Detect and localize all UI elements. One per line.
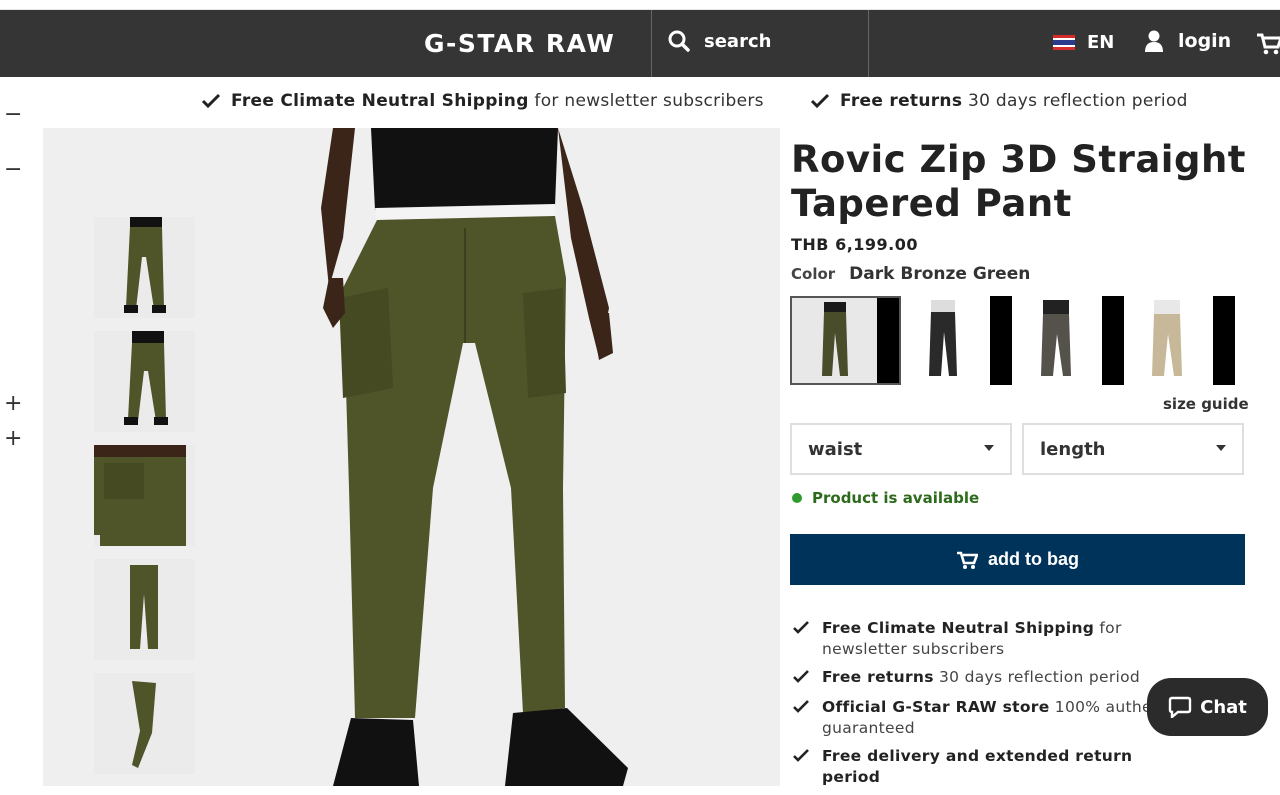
usp-bold: Free returns (840, 91, 963, 111)
chat-button[interactable]: Chat (1147, 678, 1268, 736)
thumbnail-back-image (94, 331, 195, 432)
thumbnail-side-image (94, 673, 195, 774)
color-swatch-selected[interactable] (790, 296, 901, 385)
benefits-list: Free Climate Neutral Shipping for newsle… (792, 618, 1192, 795)
cart-icon (1257, 33, 1280, 55)
search-button[interactable]: search (668, 30, 771, 52)
check-icon (793, 621, 809, 634)
size-guide-link[interactable]: size guide (1163, 395, 1249, 413)
benefit-bold: Free returns (822, 668, 934, 686)
swatch-dark-bar (1213, 296, 1235, 385)
language-selector[interactable]: EN (1053, 32, 1114, 53)
user-icon (1145, 30, 1163, 52)
benefit-item: Free delivery and extended return period (792, 746, 1192, 788)
thumbnail-front-image (94, 217, 195, 318)
usp-text: for newsletter subscribers (534, 91, 764, 111)
product-title-line: Tapered Pant (791, 182, 1072, 225)
availability-text: Product is available (812, 489, 980, 507)
swatch-dark-bar (1102, 296, 1124, 385)
length-select-label: length (1040, 438, 1106, 460)
color-label: Color (791, 265, 836, 283)
thumbnail-image[interactable] (94, 559, 195, 660)
thumbnail-image[interactable] (94, 217, 195, 318)
swatch-dark-bar (877, 298, 899, 383)
waist-select[interactable]: waist (790, 423, 1012, 475)
benefit-item: Official G-Star RAW store 100% authentic… (792, 697, 1192, 739)
color-value: Dark Bronze Green (849, 264, 1031, 284)
benefit-bold: Official G-Star RAW store (822, 698, 1050, 716)
swatch-image (1152, 300, 1182, 376)
check-icon (793, 749, 809, 762)
thai-flag-icon (1053, 35, 1075, 50)
waist-select-label: waist (808, 438, 863, 460)
thumbnail-flat-image (94, 559, 195, 660)
caret-down-icon (984, 445, 994, 451)
thumbnail-detail-image (94, 445, 195, 546)
benefit-text: 30 days reflection period (939, 668, 1141, 686)
browser-top-strip (0, 0, 1280, 10)
benefit-item: Free Climate Neutral Shipping for newsle… (792, 618, 1192, 660)
chat-label: Chat (1200, 696, 1247, 718)
collapse-button[interactable]: − (4, 104, 22, 126)
usp-returns: Free returns 30 days reflection period (810, 91, 1188, 111)
chat-bubble-icon (1168, 696, 1192, 718)
expand-button[interactable]: + (4, 393, 22, 415)
length-select[interactable]: length (1022, 423, 1244, 475)
swatch-dark-bar (990, 296, 1012, 385)
language-code: EN (1087, 32, 1115, 53)
thumbnail-image[interactable] (94, 445, 195, 546)
check-icon (793, 670, 809, 683)
header-divider (651, 10, 652, 77)
color-row: Color Dark Bronze Green (791, 264, 1030, 284)
caret-down-icon (1216, 445, 1226, 451)
benefit-bold: Free Climate Neutral Shipping (822, 619, 1095, 637)
add-to-bag-button[interactable]: add to bag (790, 534, 1245, 585)
check-icon (810, 93, 830, 109)
thumbnail-image[interactable] (94, 673, 195, 774)
swatch-image (1041, 300, 1071, 376)
benefit-item: Free returns 30 days reflection period (792, 667, 1192, 690)
site-header: G-STAR RAW search EN login (0, 10, 1280, 77)
header-divider (868, 10, 869, 77)
product-title: Rovic Zip 3D Straight Tapered Pant (791, 138, 1246, 226)
add-to-bag-label: add to bag (988, 549, 1079, 569)
product-price: THB 6,199.00 (791, 235, 919, 254)
site-logo[interactable]: G-STAR RAW (424, 29, 615, 58)
available-dot-icon (792, 493, 802, 503)
check-icon (793, 700, 809, 713)
product-title-line: Rovic Zip 3D Straight (791, 138, 1246, 181)
collapse-button[interactable]: − (4, 159, 22, 181)
usp-text: 30 days reflection period (967, 91, 1188, 111)
color-swatch[interactable] (901, 296, 1012, 385)
check-icon (201, 93, 221, 109)
color-swatch[interactable] (1013, 296, 1124, 385)
swatch-image (822, 302, 848, 376)
expand-button[interactable]: + (4, 428, 22, 450)
search-label: search (704, 30, 772, 52)
search-icon (668, 30, 690, 52)
usp-shipping: Free Climate Neutral Shipping for newsle… (201, 91, 764, 111)
login-button[interactable]: login (1144, 30, 1231, 52)
availability-status: Product is available (792, 489, 979, 507)
product-gallery (43, 128, 780, 786)
login-label: login (1178, 30, 1232, 52)
cart-icon (957, 551, 978, 569)
usp-bold: Free Climate Neutral Shipping (231, 91, 529, 111)
benefit-bold: Free delivery and extended return period (822, 747, 1133, 786)
color-swatch[interactable] (1124, 296, 1235, 385)
cart-button[interactable] (1256, 32, 1280, 60)
thumbnail-image[interactable] (94, 331, 195, 432)
swatch-image (929, 300, 957, 376)
